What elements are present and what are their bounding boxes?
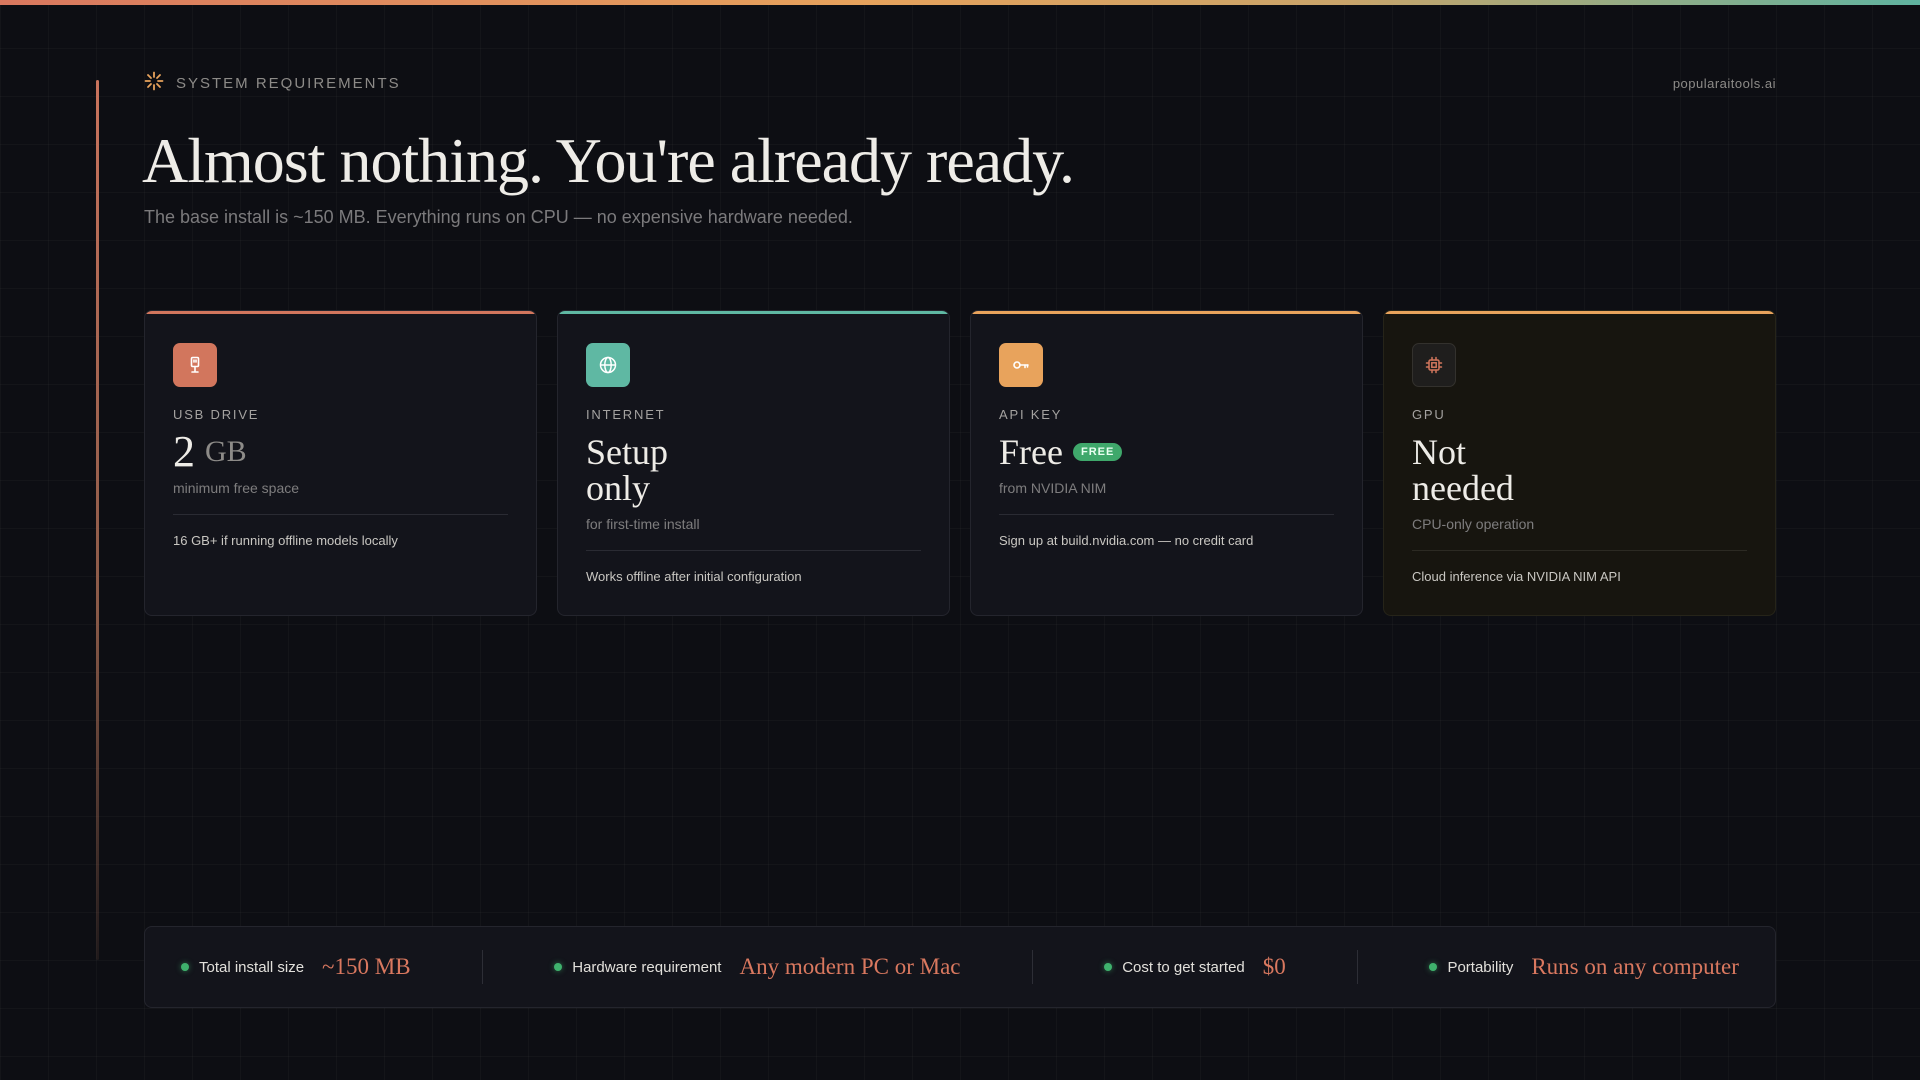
card-note: Cloud inference via NVIDIA NIM API bbox=[1412, 569, 1621, 584]
card-value-line: Not bbox=[1412, 432, 1466, 472]
card-divider bbox=[173, 514, 508, 515]
stat-value: Runs on any computer bbox=[1531, 954, 1739, 979]
card-usb-drive: USB DRIVE 2 GB minimum free space 16 GB+… bbox=[144, 310, 537, 616]
card-value: Free FREE bbox=[999, 434, 1334, 470]
usb-size-unit: GB bbox=[205, 435, 247, 468]
stat-install-size: Total install size ~150 MB bbox=[181, 954, 411, 980]
stat-divider bbox=[1357, 950, 1359, 984]
stat-label: Hardware requirement bbox=[572, 958, 722, 976]
stat-divider bbox=[481, 950, 483, 984]
chip-icon bbox=[1412, 343, 1456, 387]
free-badge: FREE bbox=[1072, 443, 1123, 461]
globe-icon bbox=[586, 343, 630, 387]
card-caption: for first-time install bbox=[586, 516, 700, 532]
card-caption: CPU-only operation bbox=[1412, 516, 1535, 532]
card-note: Sign up at build.nvidia.com — no credit … bbox=[999, 533, 1254, 548]
page-title: Almost nothing. You're already ready. bbox=[142, 125, 1075, 196]
side-accent-line bbox=[96, 80, 99, 960]
stat-label: Total install size bbox=[199, 958, 305, 976]
card-divider bbox=[1412, 550, 1747, 551]
top-gradient-bar bbox=[0, 0, 1920, 5]
stat-cost: Cost to get started $0 bbox=[1104, 954, 1286, 980]
stat-label: Portability bbox=[1447, 958, 1514, 976]
eyebrow-label: SYSTEM REQUIREMENTS bbox=[176, 74, 401, 92]
card-value: 2 GB bbox=[173, 427, 508, 476]
requirements-cards: USB DRIVE 2 GB minimum free space 16 GB+… bbox=[144, 310, 1776, 616]
card-divider bbox=[999, 514, 1334, 515]
api-key-value: Free bbox=[999, 432, 1063, 472]
card-value: Not needed bbox=[1412, 434, 1747, 506]
card-label: GPU bbox=[1412, 407, 1446, 422]
card-label: API KEY bbox=[999, 407, 1063, 422]
status-dot-icon bbox=[181, 963, 189, 971]
card-caption: from NVIDIA NIM bbox=[999, 480, 1107, 496]
site-link[interactable]: popularaitools.ai bbox=[1673, 76, 1776, 91]
stat-portability: Portability Runs on any computer bbox=[1429, 954, 1739, 980]
key-icon bbox=[999, 343, 1043, 387]
card-gpu: GPU Not needed CPU-only operation Cloud … bbox=[1383, 310, 1776, 616]
card-api-key: API KEY Free FREE from NVIDIA NIM Sign u… bbox=[970, 310, 1363, 616]
status-dot-icon bbox=[1429, 963, 1438, 971]
card-internet: INTERNET Setup only for first-time insta… bbox=[557, 310, 950, 616]
stat-value: ~150 MB bbox=[322, 954, 411, 979]
card-note: 16 GB+ if running offline models locally bbox=[173, 533, 398, 548]
header-row: SYSTEM REQUIREMENTS popularaitools.ai bbox=[144, 71, 1776, 96]
status-dot-icon bbox=[1104, 963, 1113, 971]
card-label: USB DRIVE bbox=[173, 407, 260, 422]
stat-hardware: Hardware requirement Any modern PC or Ma… bbox=[554, 954, 961, 980]
card-note: Works offline after initial configuratio… bbox=[586, 569, 802, 584]
card-label: INTERNET bbox=[586, 407, 666, 422]
page-subtitle: The base install is ~150 MB. Everything … bbox=[144, 207, 853, 227]
usb-drive-icon bbox=[173, 343, 217, 387]
stats-bar: Total install size ~150 MB Hardware requ… bbox=[144, 926, 1776, 1008]
stat-divider bbox=[1031, 950, 1033, 984]
card-value-line: only bbox=[586, 468, 651, 508]
eyebrow: SYSTEM REQUIREMENTS bbox=[144, 71, 401, 96]
usb-size-value: 2 bbox=[173, 427, 195, 476]
card-value-line: Setup bbox=[586, 432, 669, 472]
stat-value: Any modern PC or Mac bbox=[739, 954, 961, 979]
sparkle-icon bbox=[144, 71, 164, 96]
page: SYSTEM REQUIREMENTS popularaitools.ai Al… bbox=[0, 0, 1920, 1080]
card-value-line: needed bbox=[1412, 468, 1514, 508]
card-caption: minimum free space bbox=[173, 480, 300, 496]
card-value: Setup only bbox=[586, 434, 921, 506]
stat-value: $0 bbox=[1262, 954, 1286, 979]
stat-label: Cost to get started bbox=[1122, 958, 1245, 976]
card-divider bbox=[586, 550, 921, 551]
status-dot-icon bbox=[554, 963, 563, 971]
